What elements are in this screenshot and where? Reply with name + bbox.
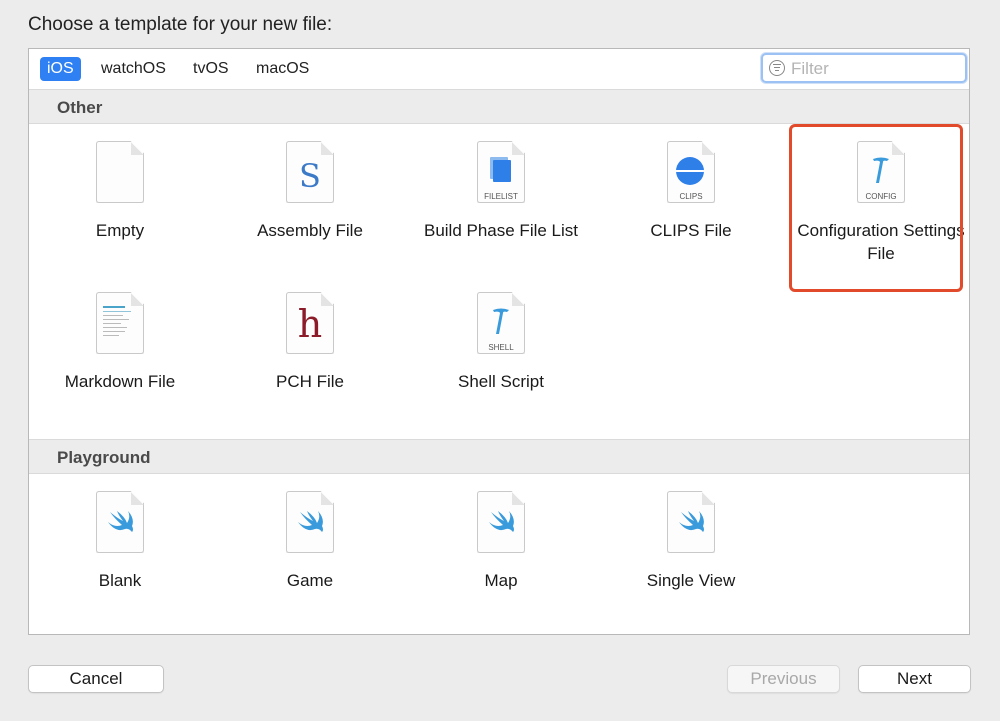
previous-button[interactable]: Previous xyxy=(727,665,840,693)
filter-input[interactable] xyxy=(789,56,963,82)
template-label: Blank xyxy=(98,571,142,590)
swift-playground-icon xyxy=(285,491,335,555)
template-label: Shell Script xyxy=(458,372,544,391)
template-chooser-panel: iOS watchOS tvOS macOS Other Empty S Ass… xyxy=(28,48,970,635)
filter-icon xyxy=(769,60,785,76)
swift-playground-icon xyxy=(476,491,526,555)
template-playground-game[interactable]: Game xyxy=(225,491,395,592)
template-label: Empty xyxy=(95,221,145,240)
filelist-icon: FILELIST xyxy=(476,141,526,205)
template-pch-file[interactable]: h PCH File xyxy=(225,292,395,393)
swift-playground-icon xyxy=(95,491,145,555)
template-playground-blank[interactable]: Blank xyxy=(35,491,205,592)
cancel-button[interactable]: Cancel xyxy=(28,665,164,693)
template-build-phase-file-list[interactable]: FILELIST Build Phase File List xyxy=(416,141,586,242)
pch-file-icon: h xyxy=(285,292,335,356)
swift-playground-icon xyxy=(666,491,716,555)
template-playground-single-view[interactable]: Single View xyxy=(606,491,776,592)
tab-tvos[interactable]: tvOS xyxy=(186,57,236,81)
template-label: Single View xyxy=(646,571,736,590)
assembly-file-icon: S xyxy=(285,141,335,205)
filter-field[interactable] xyxy=(761,53,967,83)
heading: Choose a template for your new file: xyxy=(28,14,333,35)
template-empty[interactable]: Empty xyxy=(35,141,205,242)
platform-bar: iOS watchOS tvOS macOS xyxy=(29,49,969,90)
template-label: Markdown File xyxy=(64,372,176,391)
template-label: CLIPS File xyxy=(650,221,732,240)
template-markdown-file[interactable]: Markdown File xyxy=(35,292,205,393)
clips-file-icon: CLIPS xyxy=(666,141,716,205)
shell-script-icon: SHELL xyxy=(476,292,526,356)
tab-macos[interactable]: macOS xyxy=(249,57,316,81)
next-button[interactable]: Next xyxy=(858,665,971,693)
tab-ios[interactable]: iOS xyxy=(40,57,81,81)
template-assembly-file[interactable]: S Assembly File xyxy=(225,141,395,242)
template-shell-script[interactable]: SHELL Shell Script xyxy=(416,292,586,393)
template-label: Game xyxy=(286,571,334,590)
template-clips-file[interactable]: CLIPS CLIPS File xyxy=(606,141,776,242)
template-label: Assembly File xyxy=(257,221,363,240)
section-title-other: Other xyxy=(57,98,103,117)
section-header-playground: Playground xyxy=(29,439,969,474)
template-label: PCH File xyxy=(275,372,344,391)
section-header-other: Other xyxy=(29,89,969,124)
markdown-file-icon xyxy=(95,292,145,356)
selection-highlight xyxy=(789,124,963,292)
template-label: Build Phase File List xyxy=(423,221,579,240)
tab-watchos[interactable]: watchOS xyxy=(94,57,173,81)
section-title-playground: Playground xyxy=(57,448,151,467)
template-label: Map xyxy=(484,571,518,590)
empty-file-icon xyxy=(95,141,145,205)
template-playground-map[interactable]: Map xyxy=(416,491,586,592)
